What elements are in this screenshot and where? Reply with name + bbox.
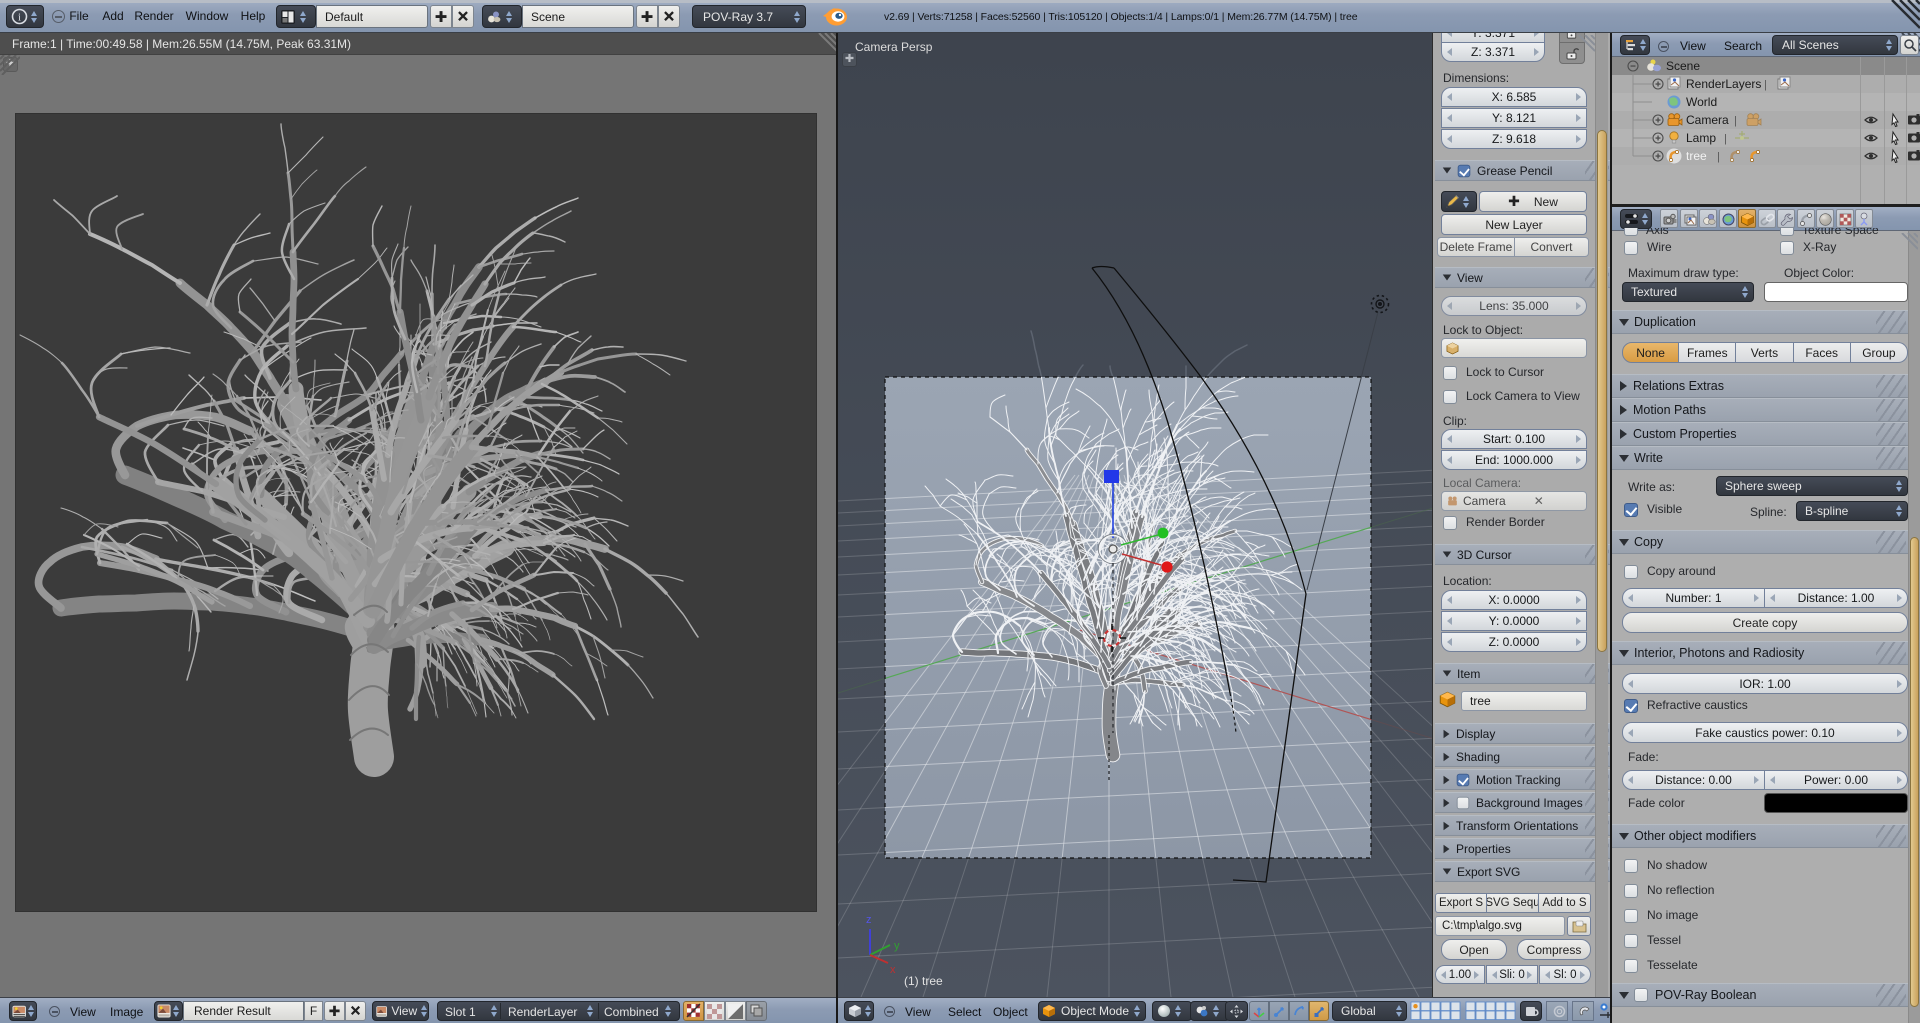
svg-text:z: z — [866, 914, 872, 926]
svg-text:|: | — [1734, 115, 1737, 127]
svg-text:|: | — [1764, 79, 1767, 91]
svg-text:|: | — [1717, 151, 1720, 163]
svg-text:i: i — [18, 12, 21, 24]
svg-text:x: x — [890, 964, 896, 976]
svg-text:World: World — [1686, 95, 1717, 109]
svg-text:Camera: Camera — [1686, 113, 1729, 127]
svg-text:|: | — [1724, 133, 1727, 145]
svg-text:y: y — [894, 940, 900, 952]
svg-text:Scene: Scene — [1666, 59, 1700, 73]
svg-text:tree: tree — [1686, 149, 1707, 163]
svg-text:Lamp: Lamp — [1686, 131, 1716, 145]
svg-text:RenderLayers: RenderLayers — [1686, 77, 1761, 91]
